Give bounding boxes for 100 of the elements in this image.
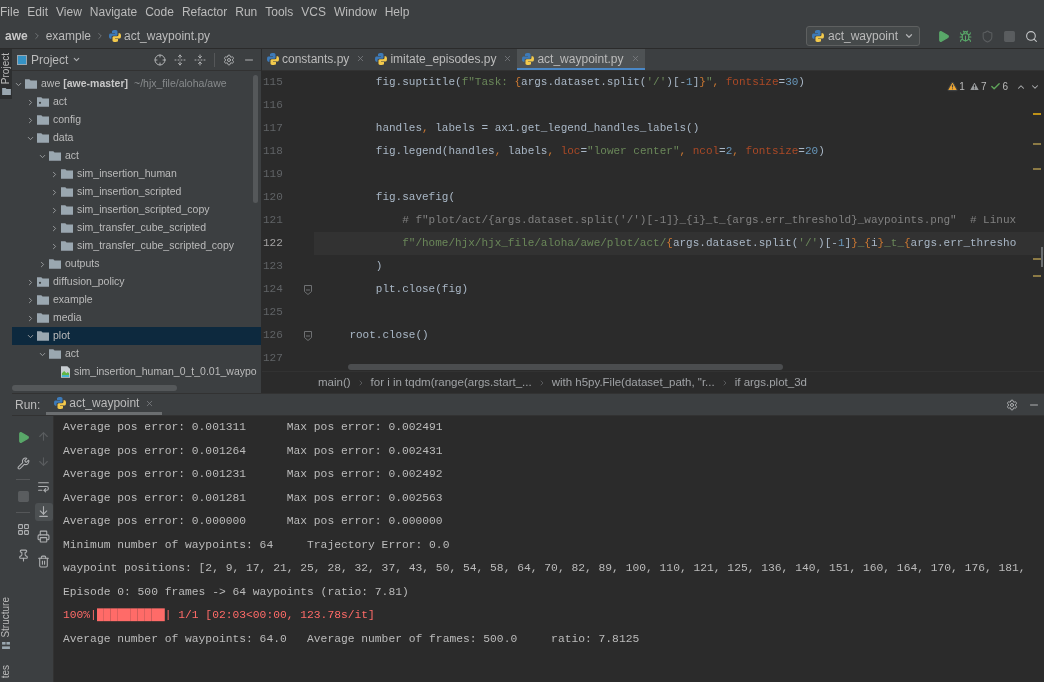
tree-item[interactable]: sim_insertion_scripted_copy [12,201,261,219]
unfold-icon[interactable] [174,53,186,66]
view-dropdown[interactable]: Project [17,50,82,69]
scroll-to-end-button[interactable] [34,502,53,521]
tree-item[interactable]: plot [12,327,261,345]
line-number: 123 [262,259,283,274]
folder-icon [61,205,73,215]
tool-window-tab[interactable]: tes [0,660,12,682]
editor-tab[interactable]: constants.py [262,49,371,70]
close-icon[interactable] [356,54,366,63]
tree-item-label: sim_transfer_cube_scripted [77,220,206,236]
chevron-right-icon[interactable] [50,205,59,215]
editor-tab[interactable]: imitate_episodes.py [370,49,518,70]
tree-item[interactable]: sim_insertion_human [12,165,261,183]
script-file-icon [54,397,67,409]
chevron-right-icon[interactable] [26,115,35,125]
code-line: f"/home/hjx/hjx_file/aloha/awe/plot/act/{args.dataset.split('/')[-1]}_{i}_t_{args.err_thresho [401,237,1017,249]
line-number: 117 [262,121,283,136]
folder-icon [49,259,61,269]
arrow-to-line-icon [37,505,50,518]
close-icon[interactable] [630,54,640,63]
tree-item[interactable]: sim_insertion_human_0_t_0.01_waypo [12,363,261,381]
tree-item[interactable]: config [12,111,261,129]
tree-item-label: data [53,130,74,146]
chevron-right-icon[interactable] [26,313,35,323]
fold-marker-icon[interactable] [304,284,312,295]
editor-tab[interactable]: act_waypoint.py [517,49,645,70]
chevron-right-icon[interactable] [26,295,35,305]
script-file-icon [811,30,824,42]
tree-item[interactable]: act [12,345,261,363]
chevron-right-icon[interactable] [26,97,35,107]
tree-item-label: sim_insertion_scripted [77,184,182,200]
menu-item[interactable]: Edit [27,3,49,21]
pin-icon [16,548,30,562]
tree-item[interactable]: act [12,147,261,165]
tree-item-label: sim_insertion_human [77,166,177,182]
breadcrumb-item[interactable]: example [45,27,92,45]
breadcrumb-item[interactable]: if args.plot_3d [734,373,807,392]
wrench-button[interactable] [14,454,32,472]
menu-item[interactable]: View [56,3,82,21]
scrollbar-thumb[interactable] [253,75,258,203]
breadcrumb-item[interactable]: awe [5,27,28,45]
settings-icon[interactable] [1006,398,1018,411]
tool-window-tab[interactable]: Structure [0,593,12,653]
code-line: fig.legend(handles, labels, loc="lower center", ncol=2, fontsize=20) [374,145,825,157]
breadcrumb-item[interactable]: act_waypoint.py [109,27,211,45]
close-icon[interactable] [503,54,513,63]
menu-item[interactable]: Window [333,3,377,21]
fold-marker-icon[interactable] [304,330,312,341]
fold-icon[interactable] [194,53,206,66]
print-button[interactable] [34,527,53,546]
menu-item[interactable]: Code [145,3,174,21]
console-line: Average pos error: 0.000000 Max pos error: 0.000000 [63,514,443,529]
crosshair-icon[interactable] [154,53,166,66]
menu-item[interactable]: Help [384,3,410,21]
breadcrumb-item[interactable]: with h5py.File(dataset_path, "r... [551,373,715,392]
tree-item[interactable]: data [12,129,261,147]
warning-icon [947,81,959,92]
search-icon [1024,29,1038,43]
tree-item[interactable]: diffusion_policy [12,273,261,291]
console-line: Average pos error: 0.001264 Max pos error: 0.002431 [63,443,443,459]
chevron-right-icon[interactable] [50,187,59,197]
chevron-right-icon[interactable] [50,169,59,179]
play-icon [936,29,950,43]
chevron-right-icon[interactable] [38,259,47,269]
menu-item[interactable]: Refactor [181,3,228,21]
tree-item[interactable]: sim_transfer_cube_scripted [12,219,261,237]
tree-item[interactable]: sim_insertion_scripted [12,183,261,201]
tool-window-tab[interactable]: Project [0,49,12,100]
folder-icon [37,313,49,323]
folder-icon [37,133,49,143]
menu-item[interactable]: VCS [301,3,326,21]
settings-icon[interactable] [223,53,235,66]
line-number: 119 [262,167,283,182]
tree-item[interactable]: act [12,93,261,111]
chevron-right-icon[interactable] [50,223,59,233]
bug-icon [958,29,972,43]
breadcrumb-item[interactable]: main() [318,373,351,392]
path-text: ~/hjx_file/aloha/awe [134,76,227,92]
console-line: Average pos error: 0.001281 Max pos error: 0.002563 [63,490,443,506]
breadcrumb-item[interactable]: for i in tqdm(range(args.start_... [370,373,532,392]
tree-item[interactable]: sim_transfer_cube_scripted_copy [12,237,261,255]
tree-item[interactable]: outputs [12,255,261,273]
script-file-icon [375,52,388,65]
scrollbar-thumb[interactable] [12,385,177,391]
run-config-dropdown[interactable]: act_waypoint [805,26,920,46]
tree-item[interactable]: awe [awe-master] ~/hjx_file/aloha/awe [12,75,261,93]
menu-item[interactable]: Navigate [89,3,138,21]
menu-item[interactable]: Tools [265,3,294,21]
close-icon[interactable] [145,398,155,408]
play-icon [16,430,30,444]
tree-item-label: act [53,94,67,110]
chevron-right-icon[interactable] [26,277,35,287]
tree-item[interactable]: media [12,309,261,327]
tree-item[interactable]: example [12,291,261,309]
folder-icon [61,187,73,197]
chevron-right-icon[interactable] [50,241,59,251]
scrollbar-thumb[interactable] [348,364,783,370]
menu-item[interactable]: File [0,3,20,21]
menu-item[interactable]: Run [235,3,258,21]
